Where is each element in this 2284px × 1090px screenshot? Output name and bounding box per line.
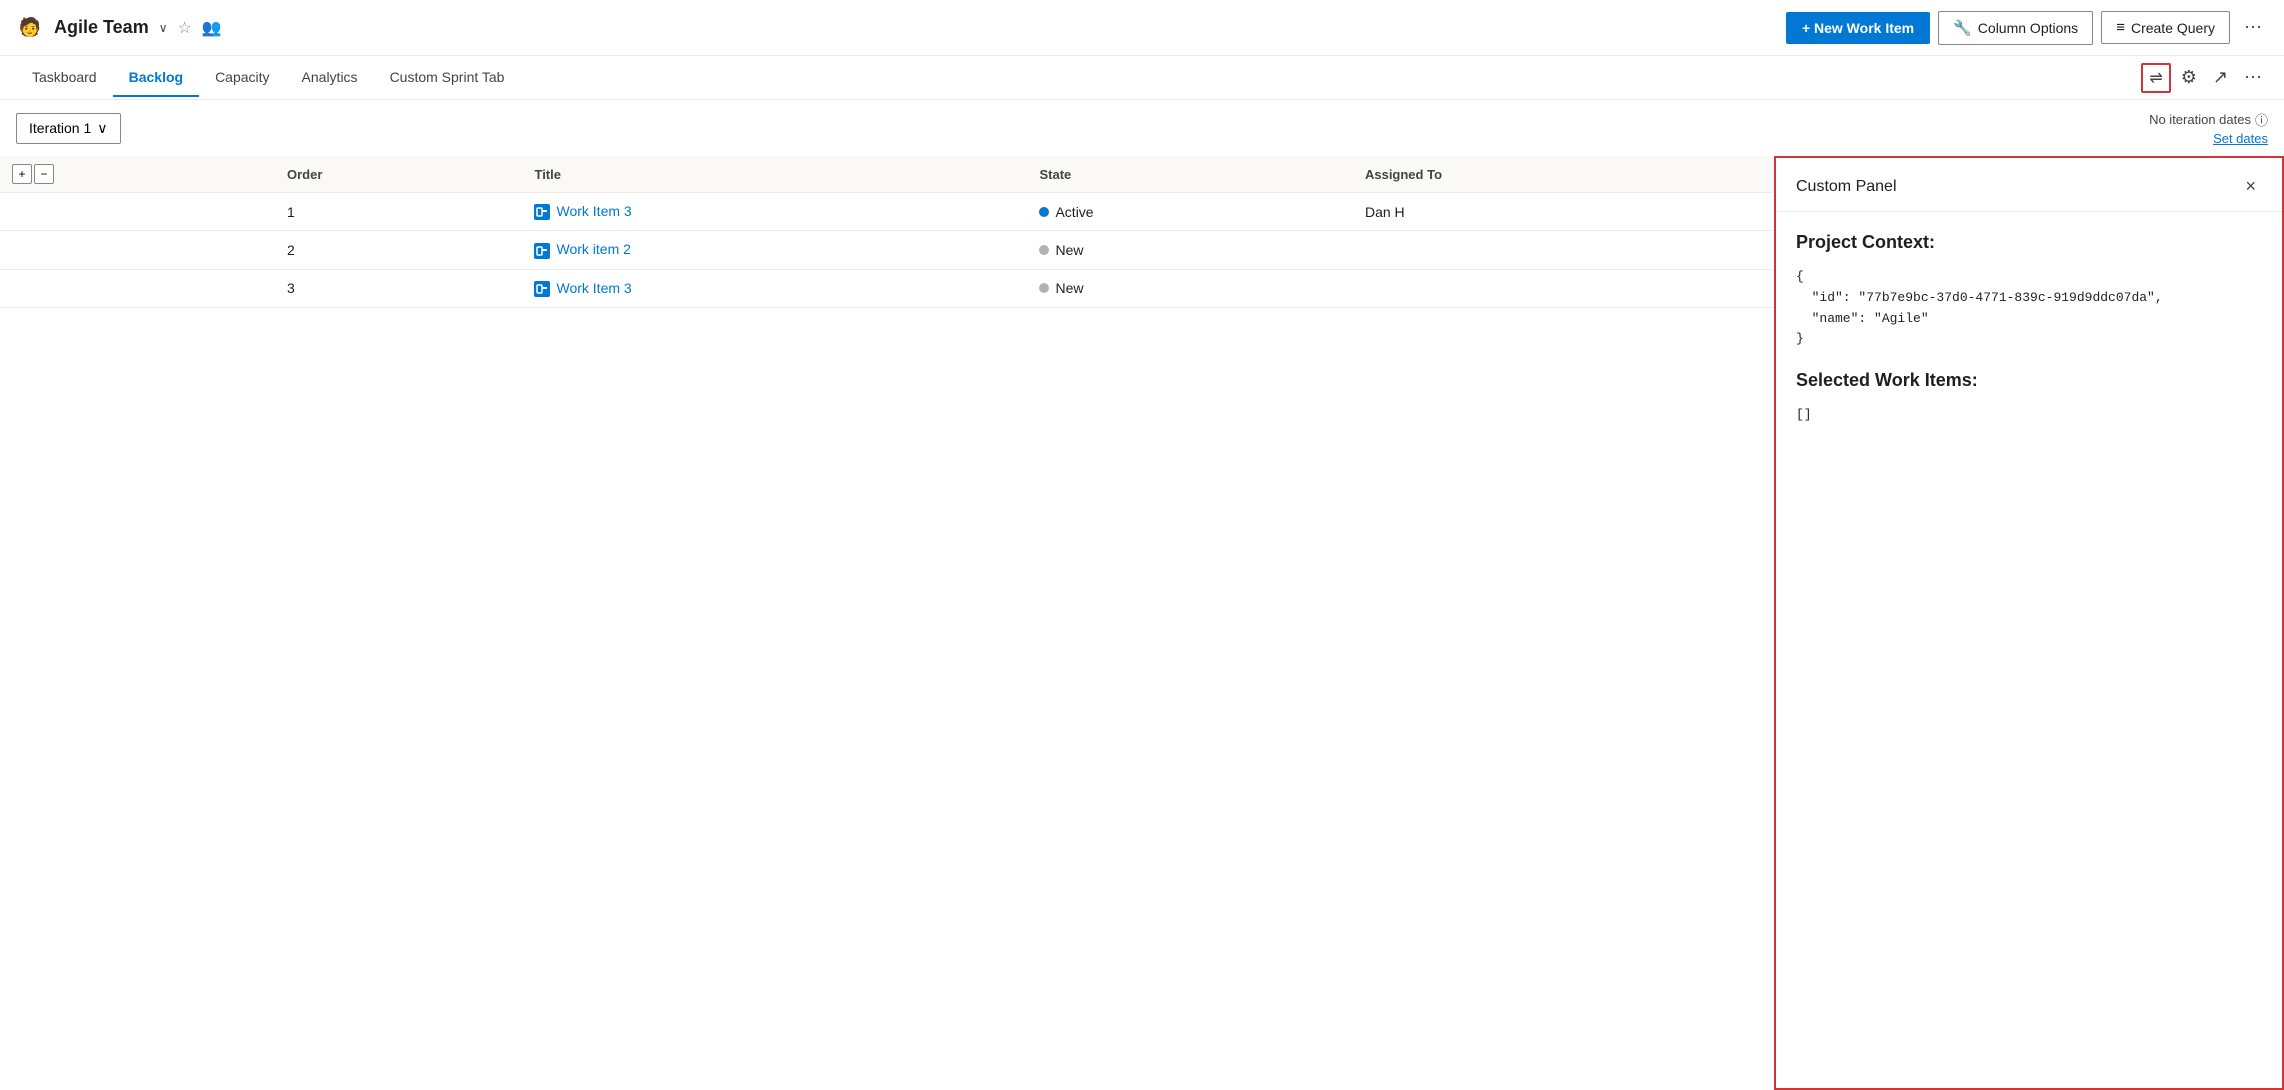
tab-taskboard[interactable]: Taskboard [16,59,113,97]
set-dates-link[interactable]: Set dates [2213,131,2268,146]
row-state: New [1027,231,1353,269]
add-remove-controls: + − [12,164,263,184]
work-item-type-icon [534,203,556,219]
sub-header-right: No iteration dates ⓘ Set dates [2149,110,2268,146]
project-context-heading: Project Context: [1796,232,2262,253]
panel-close-button[interactable]: × [2239,174,2262,199]
add-row-button[interactable]: + [12,164,32,184]
col-title-header: Title [522,156,1027,193]
no-iteration-dates-row: No iteration dates ⓘ [2149,110,2268,129]
tab-custom-sprint[interactable]: Custom Sprint Tab [374,59,521,97]
panel-header: Custom Panel × [1776,158,2282,212]
tab-capacity[interactable]: Capacity [199,59,285,97]
gear-icon: ⚙ [2181,67,2197,87]
remove-row-button[interactable]: − [34,164,54,184]
filter-icon: ⇌ [2149,70,2162,87]
team-chevron-icon[interactable]: ∨ [159,21,168,35]
tabs-more-icon-button[interactable]: ⋯ [2238,63,2268,92]
col-state-header: State [1027,156,1353,193]
selected-work-items-code: [] [1796,405,2262,426]
info-icon[interactable]: ⓘ [2255,110,2268,129]
panel-title: Custom Panel [1796,178,1897,196]
top-bar-left: 🧑 Agile Team ∨ ☆ 👥 [16,14,1786,42]
settings-icon-button[interactable]: ⚙ [2175,63,2203,92]
col-assigned-header: Assigned To [1353,156,1774,193]
expand-icon: ↗ [2213,67,2228,87]
custom-panel: Custom Panel × Project Context: { "id": … [1774,156,2284,1090]
new-work-item-button[interactable]: + New Work Item [1786,12,1930,44]
row-order: 1 [275,193,523,231]
state-dot-icon [1039,207,1049,217]
backlog-table-area: + − Order Title State Assigned To 1 Work … [0,156,1774,1090]
row-order: 3 [275,269,523,307]
create-query-label: Create Query [2131,20,2215,36]
iteration-chevron-icon: ∨ [97,120,107,137]
row-assigned: Dan H [1353,193,1774,231]
row-assigned [1353,231,1774,269]
column-options-label: Column Options [1978,20,2078,36]
create-query-icon: ≡ [2116,19,2125,36]
state-text: New [1055,242,1083,258]
expand-icon-button[interactable]: ↗ [2207,63,2234,92]
column-options-button[interactable]: 🔧 Column Options [1938,11,2093,45]
person-icon: 🧑 [16,14,44,42]
state-dot-icon [1039,283,1049,293]
top-bar: 🧑 Agile Team ∨ ☆ 👥 + New Work Item 🔧 Col… [0,0,2284,56]
selected-work-items-heading: Selected Work Items: [1796,370,2262,391]
row-title: Work item 2 [522,231,1027,269]
row-checkbox-cell [0,193,275,231]
iteration-dropdown-button[interactable]: Iteration 1 ∨ [16,113,121,144]
iteration-label: Iteration 1 [29,120,91,136]
state-text: Active [1055,204,1093,220]
row-title: Work Item 3 [522,269,1027,307]
tab-analytics[interactable]: Analytics [286,59,374,97]
row-assigned [1353,269,1774,307]
favorite-icon[interactable]: ☆ [178,18,192,38]
tabs-bar-right: ⇌ ⚙ ↗ ⋯ [2141,63,2284,93]
work-item-title-link[interactable]: Work item 2 [556,241,630,257]
row-state: New [1027,269,1353,307]
tab-backlog[interactable]: Backlog [113,59,199,97]
tabs-bar: Taskboard Backlog Capacity Analytics Cus… [0,56,2284,100]
col-order-header: Order [275,156,523,193]
more-icon: ⋯ [2244,67,2262,87]
state-text: New [1055,280,1083,296]
table-row: 1 Work Item 3 Active Dan H [0,193,1774,231]
table-row: 2 Work item 2 New [0,231,1774,269]
row-checkbox-cell [0,231,275,269]
row-title: Work Item 3 [522,193,1027,231]
filter-icon-button[interactable]: ⇌ [2141,63,2170,93]
row-state: Active [1027,193,1353,231]
row-order: 2 [275,231,523,269]
table-header-row: + − Order Title State Assigned To [0,156,1774,193]
team-members-icon[interactable]: 👥 [202,18,222,38]
work-item-type-icon [534,241,556,257]
table-row: 3 Work Item 3 New [0,269,1774,307]
top-bar-right: + New Work Item 🔧 Column Options ≡ Creat… [1786,11,2268,45]
team-name[interactable]: Agile Team [54,17,149,38]
col-controls-header: + − [0,156,275,193]
main-layout: + − Order Title State Assigned To 1 Work … [0,156,2284,1090]
more-options-button[interactable]: ⋯ [2238,13,2268,42]
work-item-type-icon [534,280,556,296]
column-options-icon: 🔧 [1953,19,1972,37]
row-checkbox-cell [0,269,275,307]
work-item-title-link[interactable]: Work Item 3 [556,203,631,219]
panel-body: Project Context: { "id": "77b7e9bc-37d0-… [1776,212,2282,466]
state-dot-icon [1039,245,1049,255]
sub-header: Iteration 1 ∨ No iteration dates ⓘ Set d… [0,100,2284,156]
work-item-title-link[interactable]: Work Item 3 [556,280,631,296]
backlog-table: + − Order Title State Assigned To 1 Work … [0,156,1774,308]
create-query-button[interactable]: ≡ Create Query [2101,11,2230,44]
no-dates-text: No iteration dates [2149,112,2251,127]
project-context-code: { "id": "77b7e9bc-37d0-4771-839c-919d9dd… [1796,267,2262,350]
